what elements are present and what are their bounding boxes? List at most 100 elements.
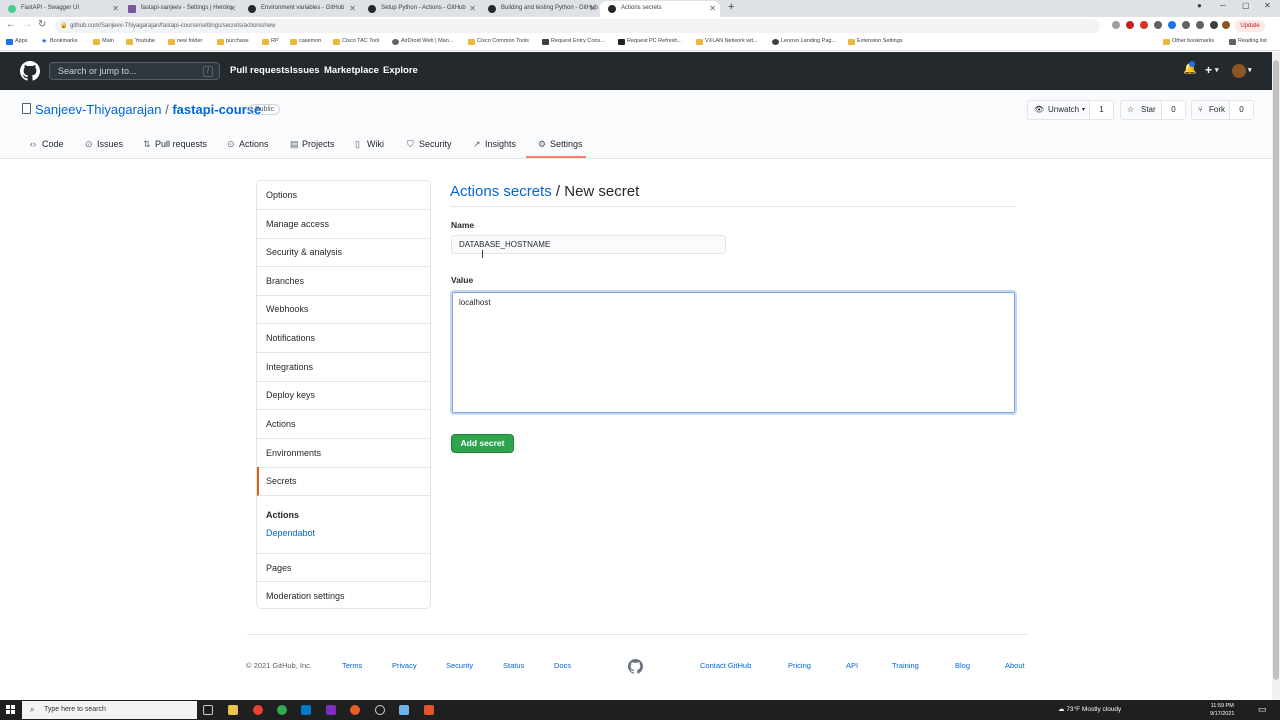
tab-wiki[interactable]: ▯ Wiki (355, 139, 384, 149)
close-icon[interactable]: ✕ (229, 1, 236, 16)
bookmark-item[interactable]: Request PC Refresh... (618, 38, 682, 45)
back-icon[interactable]: ← (6, 19, 16, 30)
clock[interactable]: 11:59 PM 9/17/2021 (1210, 702, 1234, 718)
task-view-icon[interactable] (203, 705, 213, 715)
tab-pull-requests[interactable]: ⇅ Pull requests (143, 139, 207, 149)
browser-tab[interactable]: Environment variables - GitHub ✕ (240, 1, 360, 17)
sidebar-item-security-analysis[interactable]: Security & analysis (257, 238, 430, 267)
browser-tab[interactable]: FastAPI - Swagger UI ✕ (0, 1, 123, 17)
bookmark-item[interactable]: Cisco Common Tools (468, 38, 529, 45)
bookmark-item[interactable]: Lenovo Landing Pag... (772, 38, 836, 45)
close-icon[interactable]: ✕ (589, 1, 596, 16)
sidebar-item-actions[interactable]: Actions (257, 410, 430, 439)
github-logo-icon[interactable] (628, 659, 643, 674)
bookmark-item[interactable]: casemon (290, 38, 321, 45)
extension-icon[interactable] (1112, 21, 1120, 29)
sidebar-item-secrets[interactable]: Secrets (257, 467, 430, 496)
fork-count[interactable]: 0 (1229, 101, 1253, 119)
extension-icon[interactable] (1126, 21, 1134, 29)
nav-marketplace[interactable]: Marketplace (324, 65, 379, 76)
nav-issues[interactable]: Issues (290, 65, 320, 76)
sidebar-item-deploy-keys[interactable]: Deploy keys (257, 381, 430, 410)
avatar[interactable] (1232, 64, 1246, 78)
onenote-icon[interactable] (326, 705, 336, 715)
footer-link-security[interactable]: Security (446, 661, 473, 670)
forward-icon[interactable]: → (22, 19, 32, 30)
bookmark-item[interactable]: Other bookmarks (1163, 38, 1214, 45)
bookmark-item[interactable]: Cisco TAC Tool (333, 38, 379, 45)
footer-link-contact[interactable]: Contact GitHub (700, 661, 751, 670)
sidebar-subitem-dependabot[interactable]: Dependabot (266, 528, 315, 538)
reload-icon[interactable]: ↻ (38, 19, 46, 30)
avatar[interactable] (1222, 21, 1230, 29)
sidebar-item-environments[interactable]: Environments (257, 439, 430, 468)
footer-link-api[interactable]: API (846, 661, 858, 670)
sidebar-item-moderation-settings[interactable]: Moderation settings (257, 582, 430, 611)
window-close-icon[interactable]: ✕ (1264, 1, 1271, 10)
bookmark-item[interactable]: Extension Settings (848, 38, 903, 45)
app-icon[interactable] (399, 705, 409, 715)
chevron-down-icon[interactable]: ▾ (1215, 66, 1219, 74)
browser-tab-active[interactable]: Actions secrets ✕ (600, 1, 720, 17)
star-button[interactable]: ☆ Star 0 (1120, 100, 1186, 120)
plus-icon[interactable]: + (1205, 63, 1212, 77)
tab-settings[interactable]: ⚙ Settings (538, 139, 583, 149)
secret-name-input[interactable]: DATABASE_HOSTNAME (451, 235, 726, 254)
footer-link-docs[interactable]: Docs (554, 661, 571, 670)
sidebar-item-manage-access[interactable]: Manage access (257, 210, 430, 239)
github-logo-icon[interactable] (20, 61, 40, 81)
footer-link-training[interactable]: Training (892, 661, 919, 670)
browser-tab[interactable]: fastapi-sanjeev - Settings | Heroku ✕ (120, 1, 240, 17)
vscode-icon[interactable] (301, 705, 311, 715)
bookmark-item[interactable]: Main (93, 38, 114, 45)
app-icon[interactable] (424, 705, 434, 715)
bookmark-item[interactable]: Request Entry Cons... (542, 38, 605, 45)
tab-security[interactable]: ⛉ Security (407, 139, 452, 149)
footer-link-status[interactable]: Status (503, 661, 524, 670)
search-input[interactable]: Search or jump to... / (49, 62, 220, 80)
browser-tab[interactable]: Building and testing Python - GitHub ✕ (480, 1, 600, 17)
chrome-icon[interactable] (253, 705, 263, 715)
footer-link-privacy[interactable]: Privacy (392, 661, 417, 670)
taskbar-search-input[interactable]: ⌕ Type here to search (22, 701, 197, 719)
secret-value-textarea[interactable]: localhost (450, 290, 1017, 415)
sidebar-item-pages[interactable]: Pages (257, 553, 430, 582)
close-icon[interactable]: ✕ (112, 1, 119, 16)
sidebar-item-webhooks[interactable]: Webhooks (257, 295, 430, 324)
watch-count[interactable]: 1 (1089, 101, 1113, 119)
bookmark-item[interactable]: Reading list (1229, 38, 1267, 45)
windows-start-icon[interactable] (6, 705, 16, 715)
fork-button[interactable]: ⑂ Fork 0 (1191, 100, 1254, 120)
tab-projects[interactable]: ▤ Projects (290, 139, 335, 149)
tab-issues[interactable]: ⊙ Issues (85, 139, 123, 149)
bookmark-item[interactable]: AirDroid Web | Man... (392, 38, 453, 45)
footer-link-about[interactable]: About (1005, 661, 1025, 670)
maximize-icon[interactable]: ▢ (1242, 1, 1250, 10)
close-icon[interactable]: ✕ (469, 1, 476, 16)
repo-name-link[interactable]: fastapi-course (172, 102, 261, 117)
sidebar-item-integrations[interactable]: Integrations (257, 353, 430, 382)
extension-icon[interactable] (1154, 21, 1162, 29)
sidebar-item-notifications[interactable]: Notifications (257, 324, 430, 353)
bookmark-item[interactable]: new folder (168, 38, 202, 45)
nav-pull-requests[interactable]: Pull requests (230, 65, 290, 76)
tab-code[interactable]: ‹› Code (30, 139, 64, 149)
url-bar[interactable]: 🔒 github.com/Sanjeev-Thiyagarajan/fastapi… (55, 19, 1100, 33)
extension-icon[interactable] (1168, 21, 1176, 29)
star-count[interactable]: 0 (1161, 101, 1185, 119)
extension-icon[interactable] (1196, 21, 1204, 29)
notification-center-icon[interactable]: ▭ (1258, 704, 1267, 715)
tab-actions[interactable]: ⊙ Actions (227, 139, 269, 149)
nav-explore[interactable]: Explore (383, 65, 418, 76)
bookmark-item[interactable]: RP (262, 38, 279, 45)
browser-tab[interactable]: Setup Python - Actions - GitHub ✕ (360, 1, 480, 17)
add-secret-button[interactable]: Add secret (451, 434, 514, 453)
close-icon[interactable]: ✕ (709, 1, 716, 16)
bookmark-item[interactable]: Youtube (126, 38, 155, 45)
close-icon[interactable]: ✕ (349, 1, 356, 16)
unwatch-button[interactable]: 👁 Unwatch ▾ 1 (1027, 100, 1114, 120)
minimize-icon[interactable]: ─ (1220, 1, 1226, 10)
app-icon[interactable] (375, 705, 385, 715)
profile-dot-icon[interactable]: ● (1197, 1, 1202, 10)
repo-owner-link[interactable]: Sanjeev-Thiyagarajan (35, 102, 161, 117)
